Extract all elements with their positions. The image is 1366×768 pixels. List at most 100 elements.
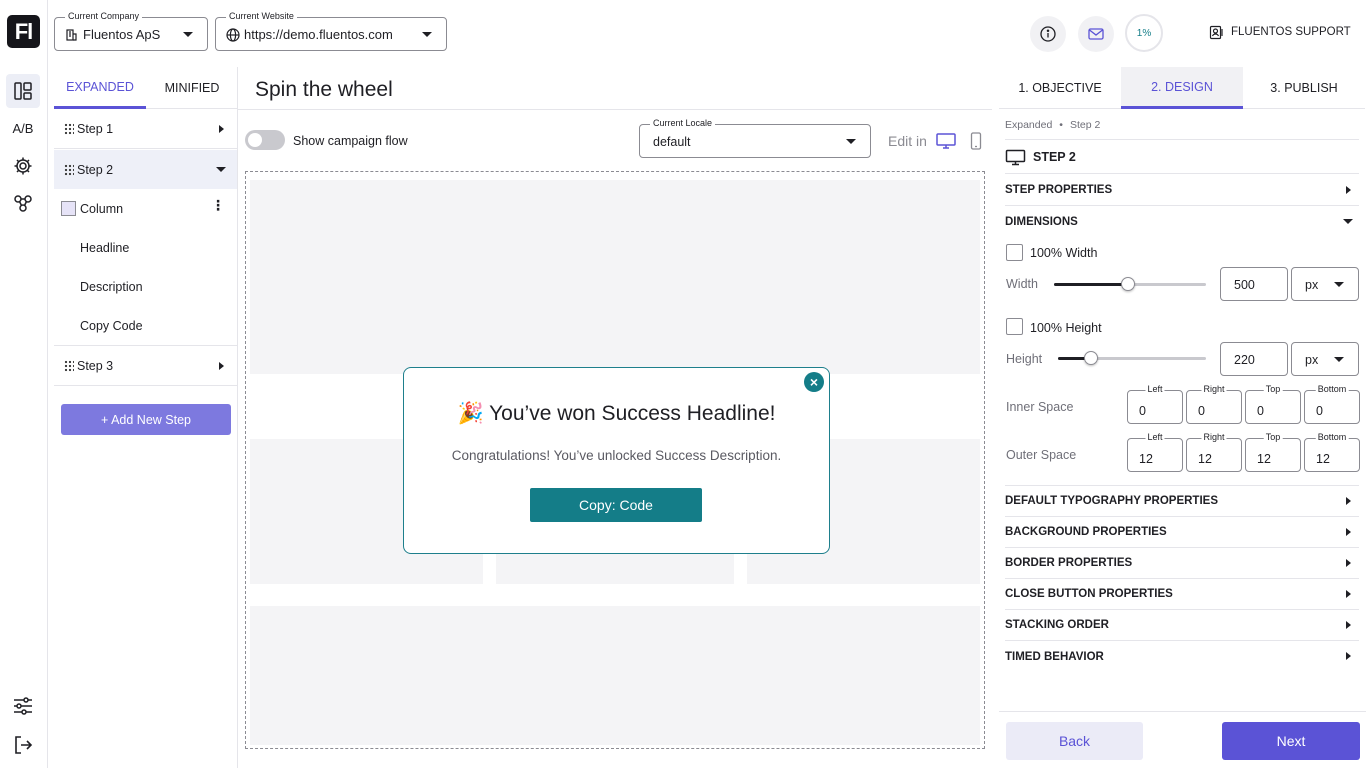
info-icon — [1040, 26, 1056, 42]
tree-copy-code[interactable]: Copy Code — [54, 307, 237, 346]
progress-indicator[interactable]: 1% — [1125, 14, 1163, 52]
chevron-down-icon — [183, 32, 193, 37]
desktop-icon[interactable] — [935, 132, 957, 150]
tree-headline[interactable]: Headline — [54, 228, 237, 267]
drag-handle-icon[interactable] — [64, 163, 74, 176]
breadcrumb-step[interactable]: Step 2 — [1070, 119, 1100, 131]
section-background[interactable]: BACKGROUND PROPERTIES — [1005, 517, 1359, 548]
chevron-right-icon — [1346, 559, 1351, 567]
support-link[interactable]: FLUENTOS SUPPORT — [1231, 26, 1351, 38]
outer-bottom-input[interactable]: Bottom 12 — [1304, 432, 1360, 472]
tab-minified[interactable]: MINIFIED — [146, 67, 238, 109]
tab-design[interactable]: 2. DESIGN — [1121, 67, 1243, 109]
chevron-down-icon — [422, 32, 432, 37]
tree-step-2[interactable]: Step 2 — [54, 150, 237, 189]
full-width-checkbox[interactable] — [1006, 244, 1023, 261]
section-close-button-label: CLOSE BUTTON PROPERTIES — [1005, 588, 1173, 600]
editor-nav-button[interactable] — [6, 74, 40, 108]
height-unit-select[interactable]: px — [1291, 342, 1359, 376]
popup-copy-button[interactable]: Copy: Code — [530, 488, 702, 522]
website-select[interactable]: Current Website https://demo.fluentos.co… — [215, 11, 447, 51]
gear-icon — [14, 157, 32, 175]
popup-description[interactable]: Congratulations! You’ve unlocked Success… — [404, 448, 829, 463]
width-label: Width — [1006, 277, 1038, 291]
chevron-down-icon — [1343, 219, 1353, 224]
width-input[interactable]: 500 — [1220, 267, 1288, 301]
settings-nav-button[interactable] — [6, 149, 40, 183]
drag-handle-icon[interactable] — [64, 360, 74, 372]
section-step-properties[interactable]: STEP PROPERTIES — [1005, 175, 1359, 206]
outer-right-input[interactable]: Right 12 — [1186, 432, 1242, 472]
height-unit-value: px — [1305, 353, 1319, 367]
add-step-button[interactable]: + Add New Step — [61, 404, 231, 435]
messages-button[interactable] — [1078, 16, 1114, 52]
mobile-icon[interactable] — [970, 132, 982, 150]
company-select-value: Fluentos ApS — [83, 27, 161, 42]
more-vertical-icon[interactable]: ⋮ — [211, 198, 225, 212]
width-slider-thumb[interactable] — [1121, 277, 1135, 291]
inner-left-input[interactable]: Left 0 — [1127, 384, 1183, 424]
sliders-icon — [14, 697, 32, 715]
tree-description[interactable]: Description — [54, 267, 237, 306]
tree-column[interactable]: Column ⋮ — [54, 189, 237, 228]
filters-nav-button[interactable] — [6, 689, 40, 723]
next-button[interactable]: Next — [1222, 722, 1360, 760]
tree-step-1-label: Step 1 — [77, 122, 114, 136]
width-slider-fill — [1054, 283, 1128, 286]
back-button[interactable]: Back — [1006, 722, 1143, 760]
close-icon: × — [809, 374, 819, 390]
campaign-popup[interactable]: × 🎉 You’ve won Success Headline! Congrat… — [403, 367, 830, 554]
width-unit-select[interactable]: px — [1291, 267, 1359, 301]
popup-headline[interactable]: 🎉 You’ve won Success Headline! — [404, 402, 829, 426]
chevron-down-icon — [846, 139, 856, 144]
inner-bottom-input[interactable]: Bottom 0 — [1304, 384, 1360, 424]
section-typography[interactable]: DEFAULT TYPOGRAPHY PROPERTIES — [1005, 486, 1359, 517]
progress-value: 1% — [1136, 27, 1152, 39]
breadcrumb-separator: • — [1059, 118, 1063, 131]
placeholder-block — [250, 606, 980, 745]
info-button[interactable] — [1030, 16, 1066, 52]
section-close-button[interactable]: CLOSE BUTTON PROPERTIES — [1005, 579, 1359, 610]
width-slider[interactable] — [1054, 277, 1206, 291]
integrations-nav-button[interactable] — [6, 186, 40, 220]
popup-copy-label: Copy: Code — [579, 497, 653, 513]
logout-nav-button[interactable] — [6, 728, 40, 762]
section-timed-behavior-label: TIMED BEHAVIOR — [1005, 650, 1104, 663]
tree-step-1[interactable]: Step 1 — [54, 110, 237, 149]
section-border[interactable]: BORDER PROPERTIES — [1005, 548, 1359, 579]
height-input[interactable]: 220 — [1220, 342, 1288, 376]
inner-right-input[interactable]: Right 0 — [1186, 384, 1242, 424]
ab-test-nav-button[interactable]: A/B — [6, 111, 40, 145]
preview-canvas[interactable]: × 🎉 You’ve won Success Headline! Congrat… — [245, 171, 985, 749]
height-slider-thumb[interactable] — [1084, 351, 1098, 365]
drag-handle-icon[interactable] — [64, 123, 74, 135]
section-stacking-order[interactable]: STACKING ORDER — [1005, 610, 1359, 641]
company-select[interactable]: Current Company Fluentos ApS — [54, 11, 208, 51]
section-timed-behavior[interactable]: TIMED BEHAVIOR — [1005, 641, 1359, 672]
popup-close-button[interactable]: × — [804, 372, 824, 392]
outer-left-input[interactable]: Left 12 — [1127, 432, 1183, 472]
width-unit-value: px — [1305, 278, 1319, 292]
back-label: Back — [1058, 733, 1091, 749]
inner-top-input[interactable]: Top 0 — [1245, 384, 1301, 424]
app-logo[interactable]: Fl — [7, 15, 40, 48]
campaign-flow-toggle[interactable] — [245, 130, 285, 150]
next-label: Next — [1276, 733, 1306, 749]
section-dimensions[interactable]: DIMENSIONS — [1005, 206, 1359, 237]
full-height-checkbox[interactable] — [1006, 318, 1023, 335]
height-slider[interactable] — [1058, 351, 1206, 365]
tab-publish[interactable]: 3. PUBLISH — [1243, 67, 1365, 109]
add-step-label: + Add New Step — [101, 412, 191, 427]
editor-main: Spin the wheel Show campaign flow Curren… — [238, 67, 999, 768]
locale-select[interactable]: Current Locale default — [639, 118, 871, 158]
section-background-label: BACKGROUND PROPERTIES — [1005, 526, 1167, 538]
tab-expanded[interactable]: EXPANDED — [54, 67, 146, 109]
placeholder-block — [250, 180, 980, 374]
breadcrumb-expanded[interactable]: Expanded — [1005, 119, 1052, 131]
outer-top-input[interactable]: Top 12 — [1245, 432, 1301, 472]
chevron-right-icon — [1346, 528, 1351, 536]
tree-step-3[interactable]: Step 3 — [54, 347, 237, 386]
chevron-down-icon — [216, 167, 226, 172]
tab-objective[interactable]: 1. OBJECTIVE — [999, 67, 1121, 109]
chevron-down-icon — [1334, 282, 1344, 287]
